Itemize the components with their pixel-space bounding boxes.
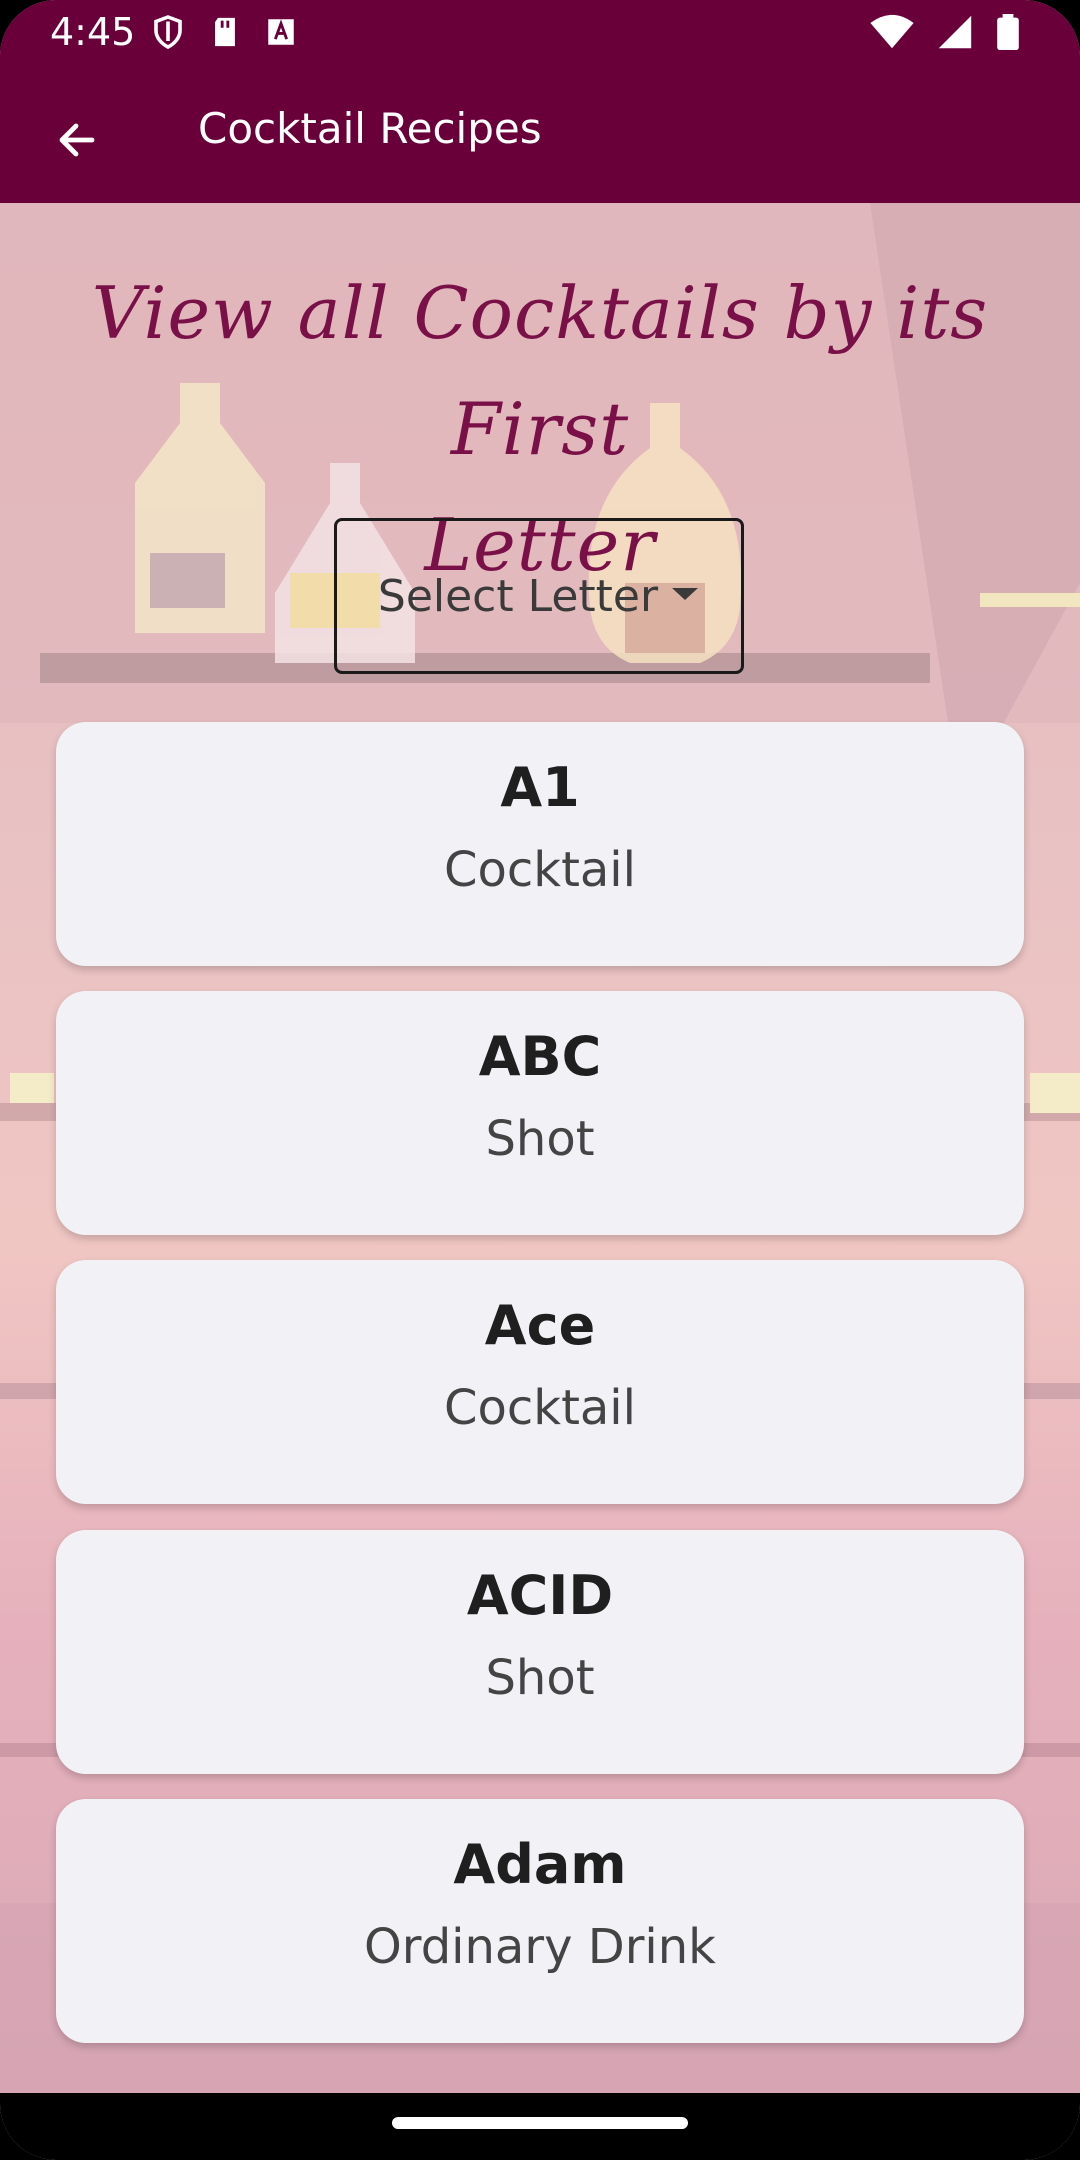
cocktail-category: Shot [485,1111,595,1167]
app-bar: Cocktail Recipes [0,66,1080,203]
cocktail-category: Shot [485,1650,595,1706]
cocktail-category: Cocktail [444,1380,636,1436]
screen: 4:45 Cocktail Recipes View all Cocktails… [0,0,1080,2160]
wifi-icon [870,14,914,55]
heading-line-1: View all Cocktails by its First [91,271,989,471]
chevron-down-icon [670,584,700,609]
status-icons-left [150,14,298,55]
select-letter-label: Select Letter [377,570,659,622]
cocktail-name: Adam [453,1833,627,1896]
cocktail-category: Ordinary Drink [364,1919,716,1975]
signal-icon [936,14,974,55]
status-icons-right [870,14,1020,55]
cocktail-card[interactable]: Adam Ordinary Drink [56,1799,1024,2043]
app-title: Cocktail Recipes [198,104,542,153]
cocktail-card[interactable]: ABC Shot [56,991,1024,1235]
cocktail-name: A1 [500,756,580,819]
text-a-icon [264,14,298,55]
cocktail-card[interactable]: Ace Cocktail [56,1260,1024,1504]
cocktail-card[interactable]: ACID Shot [56,1530,1024,1774]
battery-icon [996,14,1020,55]
cocktail-name: Ace [484,1294,596,1357]
arrow-left-icon [52,116,100,169]
back-button[interactable] [40,106,112,178]
cocktail-category: Cocktail [444,842,636,898]
cocktail-card[interactable]: A1 Cocktail [56,722,1024,966]
status-bar: 4:45 [0,0,1080,66]
shield-icon [150,14,186,55]
cocktail-name: ABC [478,1025,602,1088]
status-time: 4:45 [50,10,136,54]
home-gesture-handle[interactable] [392,2117,688,2129]
select-letter-dropdown[interactable]: Select Letter [334,518,744,674]
cocktail-name: ACID [466,1564,614,1627]
sd-card-icon [208,14,242,55]
